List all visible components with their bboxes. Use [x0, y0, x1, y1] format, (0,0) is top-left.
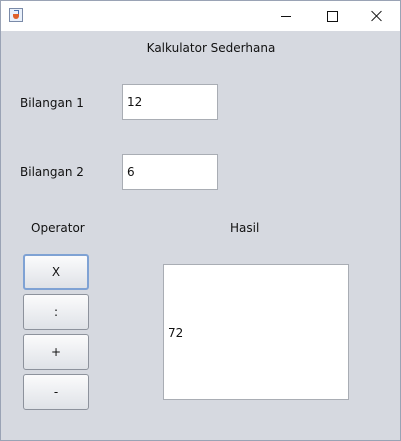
minimize-button[interactable]: [263, 1, 309, 31]
maximize-icon: [326, 10, 338, 22]
java-cup-icon: [9, 8, 23, 22]
result-value: 72: [168, 326, 184, 340]
bilangan1-label: Bilangan 1: [20, 96, 84, 110]
minimize-icon: [281, 15, 291, 17]
close-icon: [371, 10, 383, 22]
bilangan2-label: Bilangan 2: [20, 165, 84, 179]
operator-label: Operator: [31, 221, 85, 235]
multiply-button[interactable]: X: [23, 254, 89, 290]
calculator-window: Kalkulator Sederhana Bilangan 1 Bilangan…: [0, 0, 401, 441]
page-title: Kalkulator Sederhana: [146, 41, 276, 55]
bilangan2-input[interactable]: [122, 154, 218, 190]
subtract-button[interactable]: -: [23, 374, 89, 410]
maximize-button[interactable]: [309, 1, 355, 31]
close-button[interactable]: [354, 1, 400, 31]
add-button[interactable]: +: [23, 334, 89, 370]
divide-button[interactable]: :: [23, 294, 89, 330]
result-label: Hasil: [230, 221, 260, 235]
result-textarea[interactable]: 72: [163, 264, 349, 400]
bilangan1-input[interactable]: [122, 84, 218, 120]
title-bar[interactable]: [1, 1, 400, 31]
